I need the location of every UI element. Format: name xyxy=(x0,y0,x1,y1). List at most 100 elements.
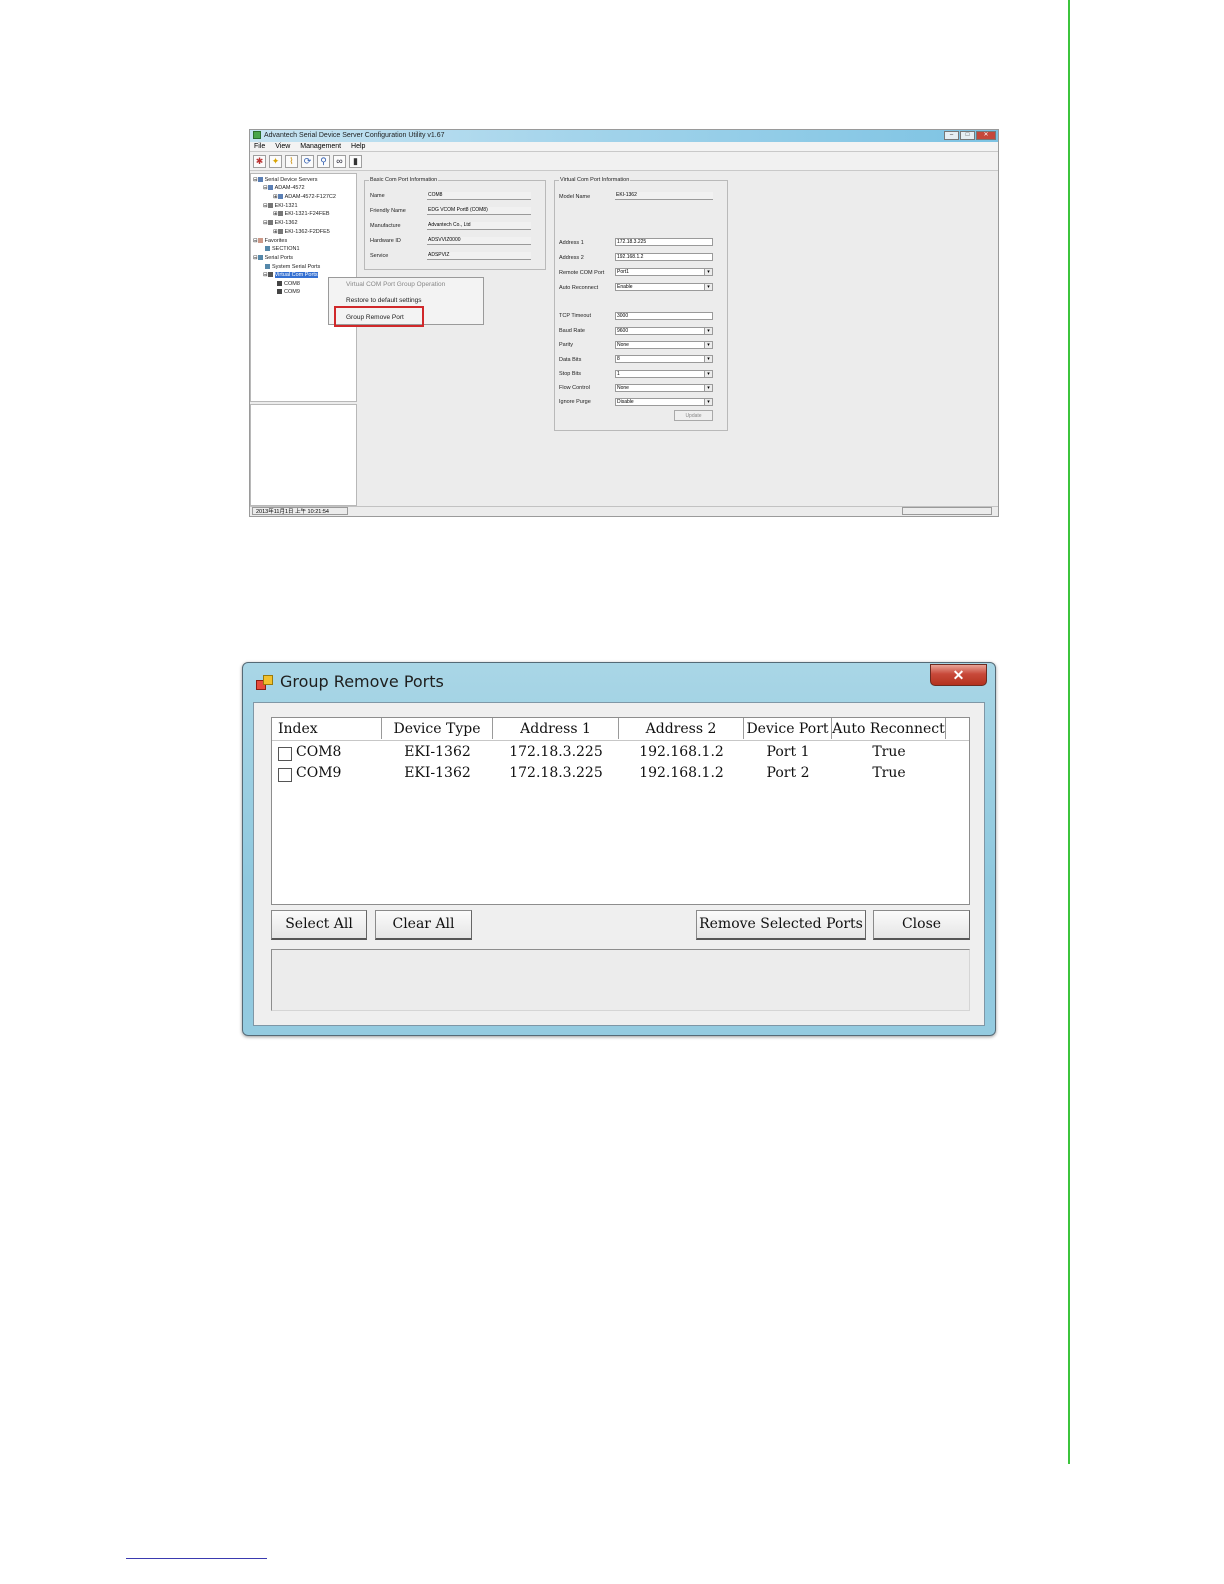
dialog-title: Group Remove Ports xyxy=(280,672,444,691)
group-label: Virtual Com Port Information xyxy=(559,177,631,183)
field-label: Baud Rate xyxy=(559,328,585,334)
group-label: Basic Com Port Information xyxy=(369,177,439,183)
virtual-com-port-info-group: Virtual Com Port Information xyxy=(554,177,728,431)
status-time: 2013年11月1日 上午 10:21:54 xyxy=(252,507,348,515)
cell-auto-reconnect: True xyxy=(872,765,906,781)
dialog-body: Index Device Type Address 1 Address 2 De… xyxy=(253,702,985,1026)
cell-address2: 192.168.1.2 xyxy=(639,765,724,781)
field-label: Name xyxy=(370,193,385,199)
field-value: ADSVVIZ0000 xyxy=(427,237,531,245)
menu-help[interactable]: Help xyxy=(351,143,365,150)
model-name-value: EKI-1362 xyxy=(615,192,713,200)
menu-file[interactable]: File xyxy=(254,143,265,150)
cell-address1: 172.18.3.225 xyxy=(509,744,603,760)
field-value: COM8 xyxy=(427,192,531,200)
menu-view[interactable]: View xyxy=(275,143,290,150)
field-label: TCP Timeout xyxy=(559,313,591,319)
column-header-device-type[interactable]: Device Type xyxy=(382,718,493,739)
parity-select[interactable]: None xyxy=(615,341,713,349)
remote-com-port-select[interactable]: Port1 xyxy=(615,268,713,276)
field-label: Parity xyxy=(559,342,574,348)
tree-item[interactable]: ⊞ ADAM-4572-F127C2 xyxy=(273,193,336,201)
field-label: Stop Bits xyxy=(559,371,582,377)
field-label: Flow Control xyxy=(559,385,590,391)
auto-reconnect-select[interactable]: Enable xyxy=(615,283,713,291)
menu-bar: File View Management Help xyxy=(250,142,998,152)
close-button[interactable]: ✕ xyxy=(976,131,996,140)
tree-item[interactable]: SECTION1 xyxy=(265,245,300,253)
field-label: Model Name xyxy=(559,194,591,200)
column-header-filler xyxy=(946,718,970,739)
broom-icon[interactable]: ⌇ xyxy=(285,154,298,168)
row-checkbox[interactable] xyxy=(278,768,292,782)
tree-item[interactable]: ⊞ EKI-1321-F24FEB xyxy=(273,210,330,218)
binoculars-icon[interactable]: ∞ xyxy=(333,154,346,168)
update-button[interactable]: Update xyxy=(674,410,713,421)
search-icon[interactable]: ✦ xyxy=(269,154,282,168)
highlight-box xyxy=(334,306,424,327)
row-checkbox[interactable] xyxy=(278,747,292,761)
tree-item[interactable]: COM8 xyxy=(277,280,300,288)
stop-bits-select[interactable]: 1 xyxy=(615,370,713,378)
close-button[interactable]: Close xyxy=(873,910,970,940)
column-header-index[interactable]: Index xyxy=(272,718,382,739)
refresh-icon[interactable]: ⟳ xyxy=(301,154,314,168)
baud-rate-select[interactable]: 9600 xyxy=(615,327,713,335)
cell-address2: 192.168.1.2 xyxy=(639,744,724,760)
status-message-box xyxy=(271,949,970,1011)
tree-item-selected[interactable]: ⊟ Virtual Com Ports xyxy=(263,271,318,279)
cell-auto-reconnect: True xyxy=(872,744,906,760)
tree-item[interactable]: COM9 xyxy=(277,288,300,296)
add-icon[interactable]: ✱ xyxy=(253,154,266,168)
field-value: Advantech Co., Ltd xyxy=(427,222,531,230)
context-menu-header: Virtual COM Port Group Operation xyxy=(346,281,446,288)
field-label: Hardware ID xyxy=(370,238,401,244)
remove-selected-ports-button[interactable]: Remove Selected Ports xyxy=(696,910,866,940)
tree-item[interactable]: ⊟ EKI-1321 xyxy=(263,202,298,210)
field-label: Address 1 xyxy=(559,240,584,246)
tree-item[interactable]: ⊟ ADAM-4572 xyxy=(263,184,305,192)
tree-item[interactable]: System Serial Ports xyxy=(265,263,320,271)
ports-list: Index Device Type Address 1 Address 2 De… xyxy=(271,717,970,905)
cell-device-type: EKI-1362 xyxy=(404,744,471,760)
tree-lower-panel xyxy=(250,404,357,506)
field-label: Address 2 xyxy=(559,255,584,261)
select-all-button[interactable]: Select All xyxy=(271,910,367,940)
flow-control-select[interactable]: None xyxy=(615,384,713,392)
clear-all-button[interactable]: Clear All xyxy=(375,910,472,940)
cell-index: COM9 xyxy=(296,765,342,781)
footer-link-underline xyxy=(126,1558,267,1559)
table-row[interactable]: COM8 EKI-1362 172.18.3.225 192.168.1.2 P… xyxy=(272,742,969,763)
cell-address1: 172.18.3.225 xyxy=(509,765,603,781)
tcp-timeout-input[interactable]: 3000 xyxy=(615,312,713,320)
tree-item[interactable]: ⊟ EKI-1362 xyxy=(263,219,298,227)
data-bits-select[interactable]: 8 xyxy=(615,355,713,363)
table-row[interactable]: COM9 EKI-1362 172.18.3.225 192.168.1.2 P… xyxy=(272,763,969,784)
minimize-button[interactable]: – xyxy=(944,131,959,140)
dialog-app-icon xyxy=(256,675,273,690)
status-panel xyxy=(902,507,992,515)
column-header-address2[interactable]: Address 2 xyxy=(619,718,744,739)
field-label: Service xyxy=(370,253,389,259)
group-remove-ports-dialog: Group Remove Ports ✕ Index Device Type A… xyxy=(242,662,996,1036)
tree-item[interactable]: ⊞ EKI-1362-F2DFE5 xyxy=(273,228,330,236)
cell-index: COM8 xyxy=(296,744,342,760)
ignore-purge-select[interactable]: Disable xyxy=(615,398,713,406)
title-bar: Advantech Serial Device Server Configura… xyxy=(250,130,998,142)
magnifier-icon[interactable]: ⚲ xyxy=(317,154,330,168)
field-value: EDG VCOM Port8 (COM8) xyxy=(427,207,531,215)
column-header-auto-reconnect[interactable]: Auto Reconnect xyxy=(832,718,946,739)
context-menu-restore-defaults[interactable]: Restore to default settings xyxy=(346,297,422,304)
column-header-address1[interactable]: Address 1 xyxy=(493,718,619,739)
address1-input[interactable]: 172.18.3.225 xyxy=(615,238,713,246)
tree-item[interactable]: ⊟ Favorites xyxy=(253,237,287,245)
serial-port-icon[interactable]: ▮ xyxy=(349,154,362,168)
field-label: Manufacture xyxy=(370,223,401,229)
tree-item[interactable]: ⊟ Serial Device Servers xyxy=(253,176,318,184)
address2-input[interactable]: 192.168.1.2 xyxy=(615,253,713,261)
menu-management[interactable]: Management xyxy=(300,143,341,150)
column-header-device-port[interactable]: Device Port xyxy=(744,718,832,739)
tree-item[interactable]: ⊟ Serial Ports xyxy=(253,254,293,262)
dialog-close-button[interactable]: ✕ xyxy=(930,664,987,686)
maximize-button[interactable]: □ xyxy=(960,131,975,140)
